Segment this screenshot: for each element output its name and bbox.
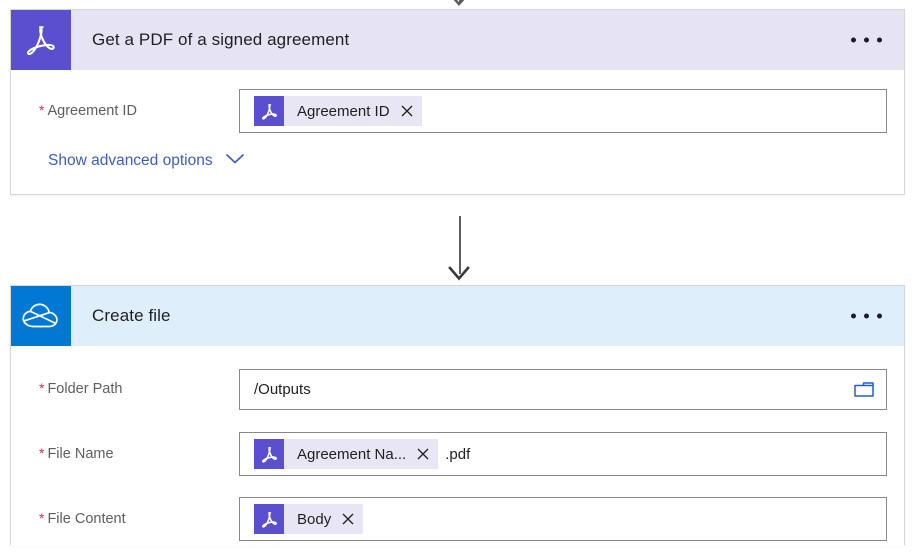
dynamic-content-token[interactable]: Agreement ID [254, 96, 422, 126]
dynamic-content-token[interactable]: Body [254, 504, 364, 534]
required-asterisk: * [39, 102, 45, 118]
required-asterisk: * [39, 445, 45, 461]
flow-card-create-file[interactable]: Create file * Folder Path /Outputs * Fil… [10, 285, 905, 546]
field-row-folder-path: * Folder Path /Outputs [11, 346, 904, 416]
file-name-suffix: .pdf [445, 445, 471, 463]
onedrive-cloud-icon [11, 286, 71, 346]
token-label: Agreement Na... [297, 445, 407, 463]
token-label: Body [297, 510, 332, 528]
file-name-input[interactable]: Agreement Na... .pdf [239, 432, 887, 476]
card-body: * Agreement ID Agreement ID Show advance… [11, 70, 904, 194]
remove-token-icon[interactable] [412, 439, 438, 469]
required-asterisk: * [39, 510, 45, 526]
connector-arrow-between-cards [0, 216, 914, 286]
flow-designer-canvas: Get a PDF of a signed agreement * Agreem… [0, 0, 914, 552]
chevron-down-icon [225, 152, 245, 170]
connector-line [459, 0, 461, 4]
ellipsis-dot [851, 313, 856, 319]
field-row-file-content: * File Content Body [11, 481, 904, 546]
ellipsis-dot [864, 313, 869, 319]
ellipsis-dot [877, 313, 882, 319]
field-label-text: Agreement ID [47, 103, 137, 119]
adobe-acrobat-sign-icon [254, 439, 284, 469]
field-label-file-name: * File Name [39, 446, 239, 462]
connector-arrowhead [448, 266, 472, 282]
field-label-text: File Content [47, 511, 126, 527]
token-label: Agreement ID [297, 102, 390, 120]
card-menu-button[interactable] [847, 308, 886, 325]
dynamic-content-token[interactable]: Agreement Na... [254, 439, 439, 469]
ellipsis-dot [877, 37, 882, 43]
card-title: Get a PDF of a signed agreement [92, 30, 350, 49]
folder-path-value: /Outputs [254, 380, 311, 398]
folder-picker-icon[interactable] [850, 375, 878, 403]
remove-token-icon[interactable] [337, 504, 363, 534]
field-label-folder-path: * Folder Path [39, 381, 239, 397]
card-header: Create file [11, 286, 904, 346]
ellipsis-dot [864, 37, 869, 43]
adobe-acrobat-sign-icon [254, 504, 284, 534]
card-title: Create file [92, 306, 171, 325]
flow-card-get-pdf-signed-agreement[interactable]: Get a PDF of a signed agreement * Agreem… [10, 9, 905, 195]
ellipsis-dot [851, 37, 856, 43]
remove-token-icon[interactable] [396, 96, 422, 126]
field-row-agreement-id: * Agreement ID Agreement ID [11, 70, 904, 138]
card-header: Get a PDF of a signed agreement [11, 10, 904, 70]
field-label-text: Folder Path [47, 381, 123, 397]
agreement-id-input[interactable]: Agreement ID [239, 89, 887, 133]
field-label-file-content: * File Content [39, 511, 239, 527]
required-asterisk: * [39, 380, 45, 396]
card-body: * Folder Path /Outputs * File Name Agree… [11, 346, 904, 546]
card-menu-button[interactable] [847, 32, 886, 49]
show-advanced-options-link[interactable]: Show advanced options [48, 152, 245, 170]
field-row-file-name: * File Name Agreement Na... .pdf [11, 416, 904, 481]
adobe-acrobat-sign-icon [254, 96, 284, 126]
folder-path-input[interactable]: /Outputs [239, 368, 887, 410]
adobe-acrobat-sign-icon [11, 10, 71, 70]
field-label-text: File Name [47, 446, 114, 462]
field-label-agreement-id: * Agreement ID [39, 103, 239, 119]
show-advanced-options-label: Show advanced options [48, 152, 213, 169]
file-content-input[interactable]: Body [239, 497, 887, 541]
connector-line [459, 216, 461, 274]
advanced-options-row: Show advanced options [11, 138, 904, 194]
